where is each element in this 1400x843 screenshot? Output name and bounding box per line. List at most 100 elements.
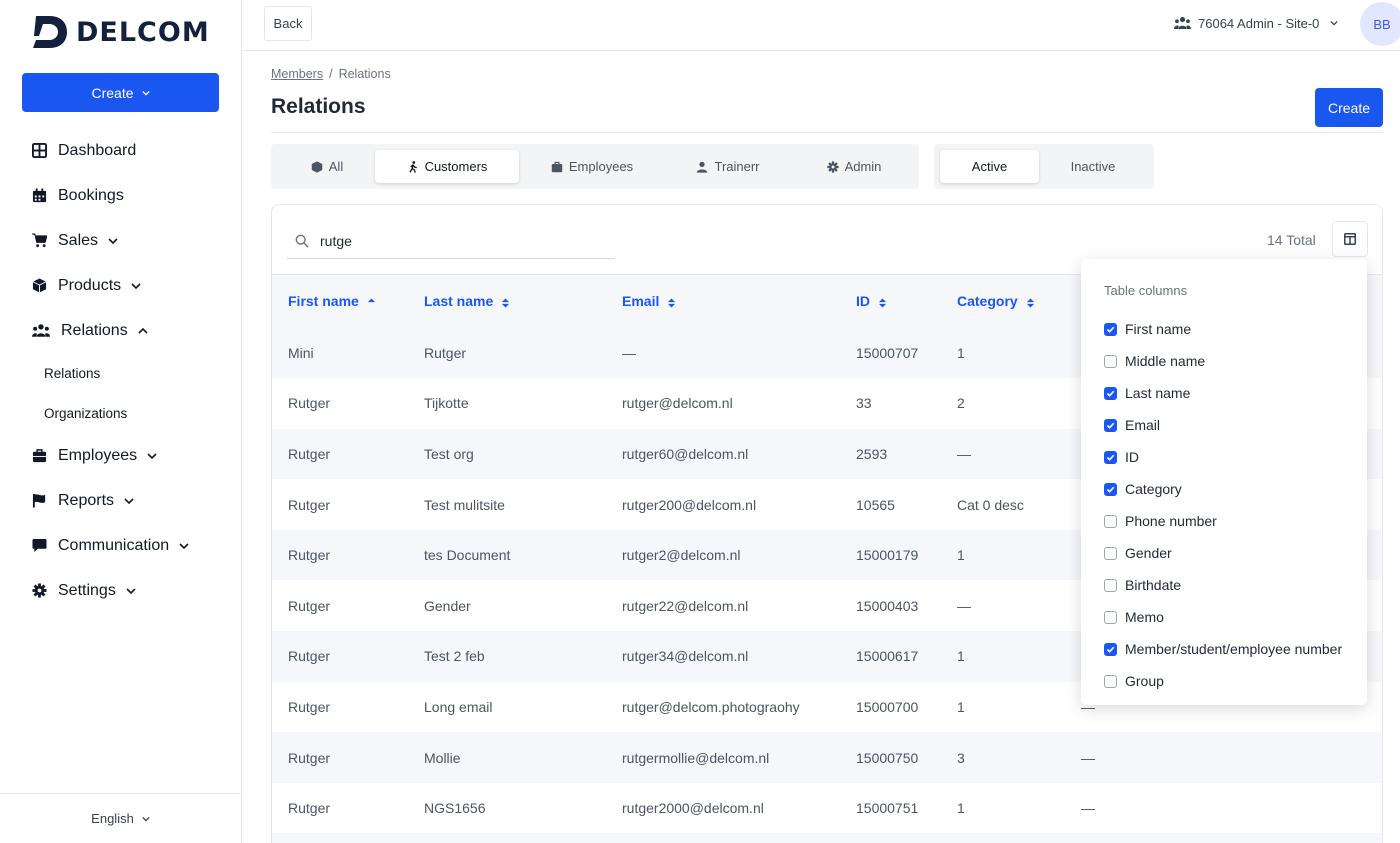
column-option[interactable]: ID <box>1104 441 1342 473</box>
gear-icon <box>826 160 839 173</box>
table-row[interactable]: Rutger NGS1656 rutger2000@delcom.nl 1500075… <box>272 783 1382 834</box>
table-cell <box>840 833 941 843</box>
breadcrumb-separator: / <box>329 67 333 81</box>
column-option[interactable]: Group <box>1104 665 1342 697</box>
tab-inactive[interactable]: Inactive <box>1048 150 1138 183</box>
table-cell: — <box>1081 800 1095 817</box>
sidebar-item-relations[interactable]: Relations <box>0 308 241 353</box>
check-icon <box>1106 422 1115 429</box>
checkbox-checked[interactable] <box>1104 482 1117 496</box>
table-cell <box>606 833 840 843</box>
create-menu-label: Create <box>91 84 134 101</box>
table-cell: Rutger <box>288 648 331 665</box>
sidebar-item-dashboard[interactable]: Dashboard <box>0 128 241 173</box>
table-columns-button[interactable] <box>1332 221 1368 257</box>
column-header-email[interactable]: Email <box>606 275 840 328</box>
table-cell: — <box>957 597 971 614</box>
language-selector[interactable]: English <box>0 793 241 843</box>
column-header-first-name[interactable]: First name <box>272 275 408 328</box>
checkbox-checked[interactable] <box>1104 642 1117 656</box>
sidebar-item-products[interactable]: Products <box>0 263 241 308</box>
breadcrumb-members-link[interactable]: Members <box>271 67 323 81</box>
sidebar-item-bookings[interactable]: Bookings <box>0 173 241 218</box>
logo[interactable]: DELCOM <box>30 14 210 50</box>
column-option-label: Email <box>1125 417 1161 433</box>
column-option[interactable]: Gender <box>1104 537 1342 569</box>
back-button[interactable]: Back <box>264 6 312 41</box>
column-header-label: Email <box>622 293 660 310</box>
tab-admin[interactable]: Admin <box>811 150 897 183</box>
search-field <box>287 223 615 259</box>
checkbox-unchecked[interactable] <box>1104 578 1117 592</box>
column-header-label: ID <box>856 293 870 310</box>
column-option[interactable]: Middle name <box>1104 345 1342 377</box>
column-option[interactable]: Last name <box>1104 377 1342 409</box>
chevron-down-icon <box>141 90 150 96</box>
calendar-icon <box>32 188 47 203</box>
sidebar-item-label: Reports <box>58 491 115 509</box>
sidebar-item-communication[interactable]: Communication <box>0 523 241 568</box>
checkbox-checked[interactable] <box>1104 386 1117 400</box>
tab-trainerr[interactable]: Trainerr <box>683 150 773 183</box>
avatar[interactable]: BB <box>1360 2 1400 46</box>
column-header-last-name[interactable]: Last name <box>408 275 606 328</box>
create-relation-button[interactable]: Create <box>1315 88 1383 127</box>
tab-customers[interactable]: Customers <box>375 150 519 183</box>
checkbox-unchecked[interactable] <box>1104 514 1117 528</box>
tab-all[interactable]: All <box>299 150 355 183</box>
sidebar-item-employees[interactable]: Employees <box>0 433 241 478</box>
table-cell: rutger22@delcom.nl <box>622 597 749 614</box>
sidebar-item-settings[interactable]: Settings <box>0 568 241 613</box>
sidebar-subitem-organizations[interactable]: Organizations <box>0 393 241 433</box>
search-input[interactable] <box>320 232 600 249</box>
table-cell: Mini <box>288 344 314 361</box>
chevron-down-icon <box>1330 20 1339 26</box>
create-menu-button[interactable]: Create <box>22 73 219 112</box>
sidebar: DELCOM Create Dashboard Bookings Sales P… <box>0 0 242 843</box>
column-option[interactable]: Memo <box>1104 601 1342 633</box>
column-option[interactable]: Birthdate <box>1104 569 1342 601</box>
table-cell: 1 <box>957 800 965 817</box>
table-cell: tes Document <box>424 547 511 564</box>
table-cell: 15000751 <box>856 800 919 817</box>
table-cell: rutger2@delcom.nl <box>622 547 741 564</box>
account-label: 76064 Admin - Site-0 <box>1198 15 1320 31</box>
tab-employees[interactable]: Employees <box>539 150 645 183</box>
table-cell: Cat 0 desc <box>957 496 1024 513</box>
sort-icon <box>502 298 510 308</box>
checkbox-checked[interactable] <box>1104 322 1117 336</box>
column-option[interactable]: First name <box>1104 313 1342 345</box>
checkbox-checked[interactable] <box>1104 418 1117 432</box>
column-option[interactable]: Email <box>1104 409 1342 441</box>
column-header-id[interactable]: ID <box>840 275 941 328</box>
column-option[interactable]: Phone number <box>1104 505 1342 537</box>
main-nav: Dashboard Bookings Sales Products Relati… <box>0 128 241 613</box>
sidebar-item-sales[interactable]: Sales <box>0 218 241 263</box>
tab-active[interactable]: Active <box>940 150 1039 183</box>
column-option[interactable]: Category <box>1104 473 1342 505</box>
checkbox-unchecked[interactable] <box>1104 674 1117 688</box>
checkbox-unchecked[interactable] <box>1104 546 1117 560</box>
sidebar-subitem-relations[interactable]: Relations <box>0 353 241 393</box>
table-cell <box>272 833 408 843</box>
sidebar-item-label: Sales <box>58 231 99 249</box>
column-option[interactable]: Member/student/employee number <box>1104 633 1342 665</box>
sidebar-item-reports[interactable]: Reports <box>0 478 241 523</box>
sort-icon <box>1026 298 1034 308</box>
table-row[interactable] <box>272 833 1382 843</box>
checkbox-unchecked[interactable] <box>1104 610 1117 624</box>
table-cell: Test 2 feb <box>424 648 485 665</box>
table-cell: rutger@delcom.photograohy <box>622 698 800 715</box>
table-cell: 15000750 <box>856 749 919 766</box>
column-header-category[interactable]: Category <box>941 275 1065 328</box>
column-header-label: Last name <box>424 293 494 310</box>
search-icon <box>295 234 309 248</box>
table-cell: Rutger <box>288 800 331 817</box>
checkbox-checked[interactable] <box>1104 450 1117 464</box>
table-cell: Tijkotte <box>424 395 469 412</box>
table-cell: 15000700 <box>856 698 919 715</box>
account-switcher[interactable]: 76064 Admin - Site-0 <box>1174 0 1339 46</box>
checkbox-unchecked[interactable] <box>1104 354 1117 368</box>
tab-label: Customers <box>424 159 488 174</box>
table-row[interactable]: Rutger Mollie rutgermollie@delcom.nl 150007… <box>272 732 1382 783</box>
